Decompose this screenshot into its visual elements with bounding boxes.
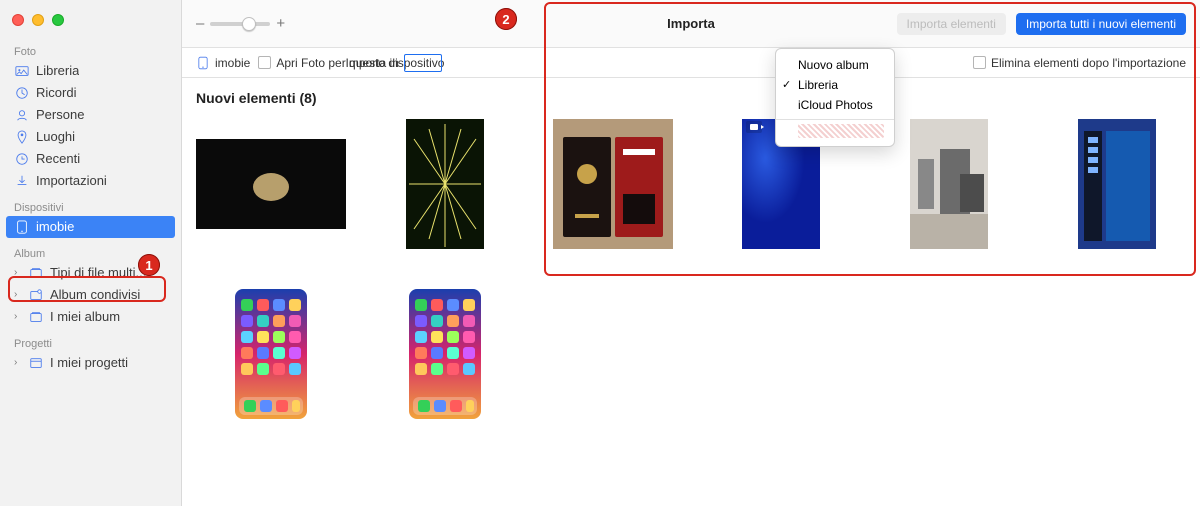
main-area: – + Importa Importa elementi Importa tut… <box>182 0 1200 506</box>
sidebar-header: Dispositivi <box>0 198 181 216</box>
slider-knob[interactable] <box>242 17 256 31</box>
import-selected-button[interactable]: Importa elementi <box>897 13 1006 35</box>
sidebar-item-label: Ricordi <box>36 85 76 101</box>
thumbnail[interactable] <box>409 289 481 419</box>
sidebar-item-device[interactable]: imobie <box>6 216 175 238</box>
sidebar-item-label: Recenti <box>36 151 80 167</box>
window-controls <box>0 14 181 26</box>
sidebar-section-dispositivi: Dispositivi imobie <box>0 198 181 238</box>
video-icon <box>746 121 762 133</box>
sidebar-header: Progetti <box>0 334 181 352</box>
sidebar-section-foto: Foto Libreria Ricordi Persone Luoghi Rec… <box>0 42 181 192</box>
sidebar-item-label: Libreria <box>36 63 79 79</box>
checkbox-icon[interactable] <box>258 56 271 69</box>
zoom-slider[interactable]: – + <box>196 16 306 31</box>
import-options-bar: imobie Apri Foto per questo dispositivo … <box>182 48 1200 78</box>
sidebar-item-label: I miei album <box>50 309 120 325</box>
import-to-group: Importa in <box>346 54 442 72</box>
chevron-right-icon: › <box>14 287 22 303</box>
thumbnail[interactable] <box>406 119 484 249</box>
device-icon <box>196 56 210 70</box>
sidebar-item-miei-album[interactable]: › I miei album <box>0 306 181 328</box>
sidebar-item-libreria[interactable]: Libreria <box>0 60 181 82</box>
device-icon <box>14 219 30 235</box>
sidebar-item-label: I miei progetti <box>50 355 128 371</box>
thumbnail[interactable] <box>1078 119 1156 249</box>
checkbox-icon[interactable] <box>973 56 986 69</box>
thumbnail[interactable] <box>910 119 988 249</box>
sidebar-item-label: Importazioni <box>36 173 107 189</box>
sidebar-item-label: imobie <box>36 219 74 235</box>
app-window: Foto Libreria Ricordi Persone Luoghi Rec… <box>0 0 1200 506</box>
project-icon <box>28 355 44 371</box>
sidebar-item-miei-progetti[interactable]: › I miei progetti <box>0 352 181 374</box>
popover-item-libreria[interactable]: ✓ Libreria <box>776 75 894 95</box>
recent-icon <box>14 151 30 167</box>
popover-new-field[interactable] <box>798 124 884 138</box>
sidebar: Foto Libreria Ricordi Persone Luoghi Rec… <box>0 0 182 506</box>
popover-item-icloud-photos[interactable]: iCloud Photos <box>776 95 894 115</box>
checkmark-icon: ✓ <box>782 78 791 91</box>
album-icon <box>28 265 44 281</box>
popover-item-label: iCloud Photos <box>798 98 873 112</box>
chevron-right-icon: › <box>14 265 22 281</box>
sidebar-item-label: Persone <box>36 107 84 123</box>
chevron-right-icon: › <box>14 309 22 325</box>
device-name: imobie <box>215 56 250 70</box>
content-area: Nuovi elementi (8) <box>182 78 1200 436</box>
zoom-minus-icon[interactable]: – <box>196 16 204 31</box>
places-icon <box>14 129 30 145</box>
sidebar-item-album-condivisi[interactable]: › Album condivisi <box>0 284 181 306</box>
toolbar: – + Importa Importa elementi Importa tut… <box>182 0 1200 48</box>
sidebar-item-label: Album condivisi <box>50 287 140 303</box>
popover-item-label: Libreria <box>798 78 838 92</box>
thumbnail[interactable] <box>196 139 346 229</box>
popover-divider <box>776 119 894 120</box>
popover-item-label: Nuovo album <box>798 58 869 72</box>
shared-album-icon <box>28 287 44 303</box>
thumbnail[interactable] <box>235 289 307 419</box>
photos-icon <box>14 63 30 79</box>
sidebar-header: Foto <box>0 42 181 60</box>
delete-after-label: Elimina elementi dopo l'importazione <box>991 56 1186 70</box>
imports-icon <box>14 173 30 189</box>
maximize-icon[interactable] <box>52 14 64 26</box>
sidebar-item-persone[interactable]: Persone <box>0 104 181 126</box>
sidebar-item-importazioni[interactable]: Importazioni <box>0 170 181 192</box>
sidebar-item-ricordi[interactable]: Ricordi <box>0 82 181 104</box>
slider-track[interactable] <box>210 22 270 26</box>
chevron-right-icon: › <box>14 355 22 371</box>
annotation-callout-2: 2 <box>495 8 517 30</box>
import-to-dropdown[interactable] <box>404 54 442 72</box>
sidebar-section-progetti: Progetti › I miei progetti <box>0 334 181 374</box>
sidebar-item-label: Tipi di file multi... <box>50 265 146 281</box>
thumbnail[interactable] <box>553 119 673 249</box>
sidebar-item-luoghi[interactable]: Luoghi <box>0 126 181 148</box>
thumbnail-grid <box>196 114 1186 424</box>
annotation-callout-1: 1 <box>138 254 160 276</box>
section-title: Nuovi elementi (8) <box>196 90 1186 106</box>
import-all-button[interactable]: Importa tutti i nuovi elementi <box>1016 13 1186 35</box>
sidebar-item-recenti[interactable]: Recenti <box>0 148 181 170</box>
import-to-popover: Nuovo album ✓ Libreria iCloud Photos <box>775 48 895 147</box>
close-icon[interactable] <box>12 14 24 26</box>
memories-icon <box>14 85 30 101</box>
popover-item-nuovo-album[interactable]: Nuovo album <box>776 55 894 75</box>
people-icon <box>14 107 30 123</box>
delete-after-checkbox[interactable]: Elimina elementi dopo l'importazione <box>973 56 1186 70</box>
zoom-plus-icon[interactable]: + <box>276 16 285 31</box>
import-to-label: Importa in <box>346 56 399 70</box>
minimize-icon[interactable] <box>32 14 44 26</box>
album-icon <box>28 309 44 325</box>
sidebar-item-label: Luoghi <box>36 129 75 145</box>
device-indicator: imobie <box>196 56 250 70</box>
